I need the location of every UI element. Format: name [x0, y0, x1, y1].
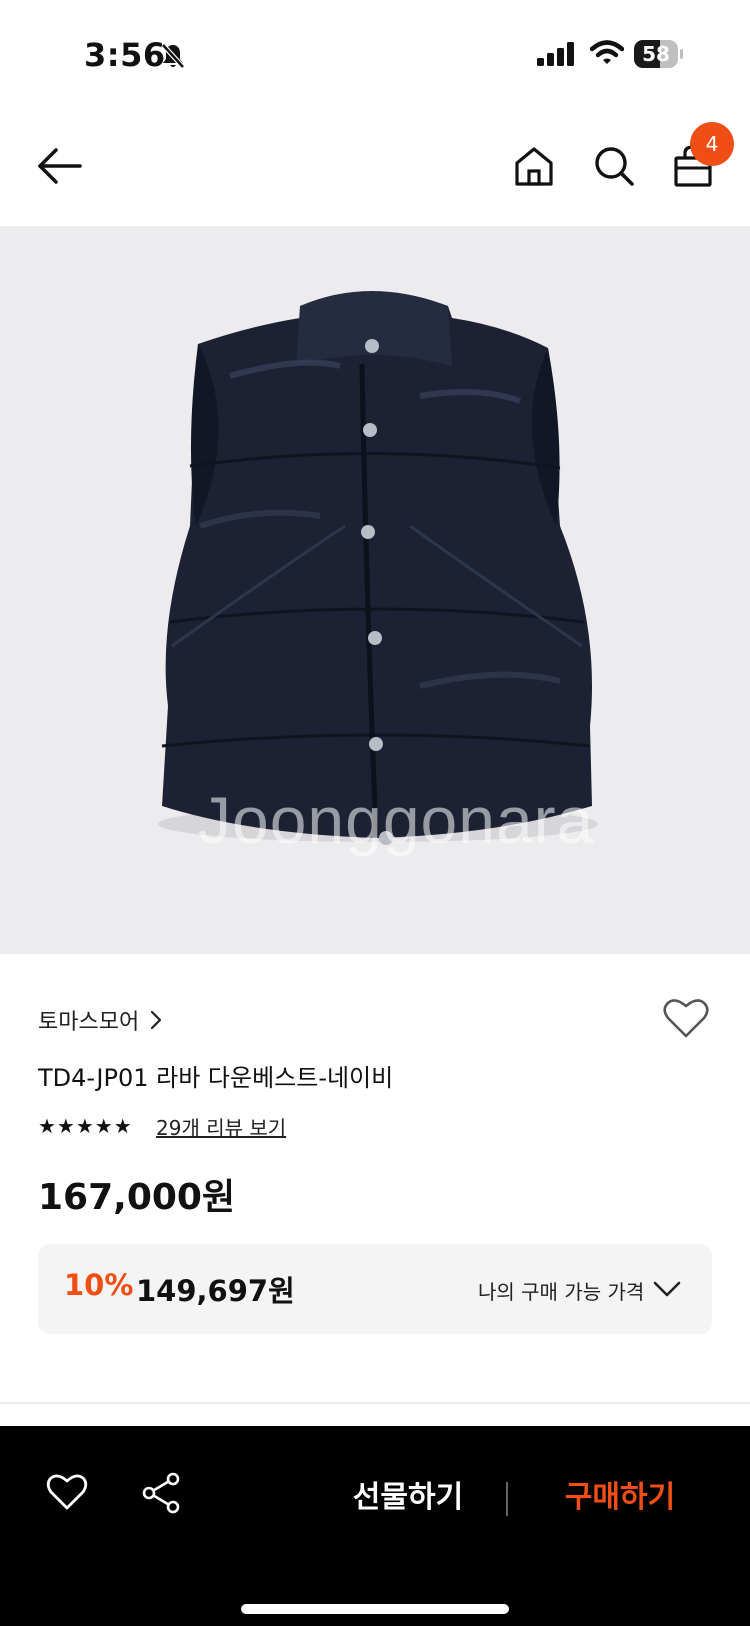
wishlist-heart-icon[interactable]: [662, 996, 710, 1044]
rating-stars: ★★★★★: [38, 1114, 133, 1138]
bottom-action-bar: 선물하기 구매하기: [0, 1426, 750, 1626]
top-nav-bar: [0, 110, 750, 226]
product-price: 167,000원: [38, 1177, 236, 1218]
chevron-down-icon[interactable]: [652, 1280, 682, 1302]
buy-button[interactable]: 구매하기: [530, 1470, 710, 1526]
wishlist-heart-icon[interactable]: [46, 1472, 88, 1516]
review-link[interactable]: 29개 리뷰 보기: [156, 1112, 286, 1141]
button-separator: [506, 1482, 508, 1516]
discount-price: 149,697원: [136, 1274, 295, 1308]
my-price-dropdown[interactable]: 10% 149,697원 나의 구매 가능 가격: [38, 1244, 712, 1334]
bell-muted-icon: [160, 42, 186, 74]
product-title: TD4-JP01 라바 다운베스트-네이비: [38, 1064, 394, 1092]
discount-rate: 10%: [64, 1268, 134, 1302]
status-bar: 3:56 58: [0, 0, 750, 110]
chevron-right-icon[interactable]: [150, 1010, 162, 1034]
share-icon[interactable]: [140, 1472, 182, 1518]
watermark-logo: Joonggonara: [198, 783, 595, 857]
section-divider: [0, 1402, 750, 1404]
home-icon[interactable]: [512, 144, 556, 192]
status-time: 3:56: [84, 36, 166, 74]
signal-icon: [537, 42, 575, 70]
cart-count-badge: 4: [690, 122, 734, 166]
battery-percent: 58: [642, 42, 670, 66]
brand-link[interactable]: 토마스모어: [38, 1004, 139, 1036]
product-image[interactable]: Joonggonara: [0, 226, 750, 954]
home-indicator[interactable]: [241, 1604, 509, 1614]
back-arrow-icon[interactable]: [36, 146, 84, 190]
wifi-icon: [589, 40, 625, 70]
battery-indicator: 58: [634, 40, 683, 68]
gift-button[interactable]: 선물하기: [318, 1470, 498, 1526]
my-price-label: 나의 구매 가능 가격: [478, 1280, 645, 1304]
search-icon[interactable]: [592, 144, 636, 192]
